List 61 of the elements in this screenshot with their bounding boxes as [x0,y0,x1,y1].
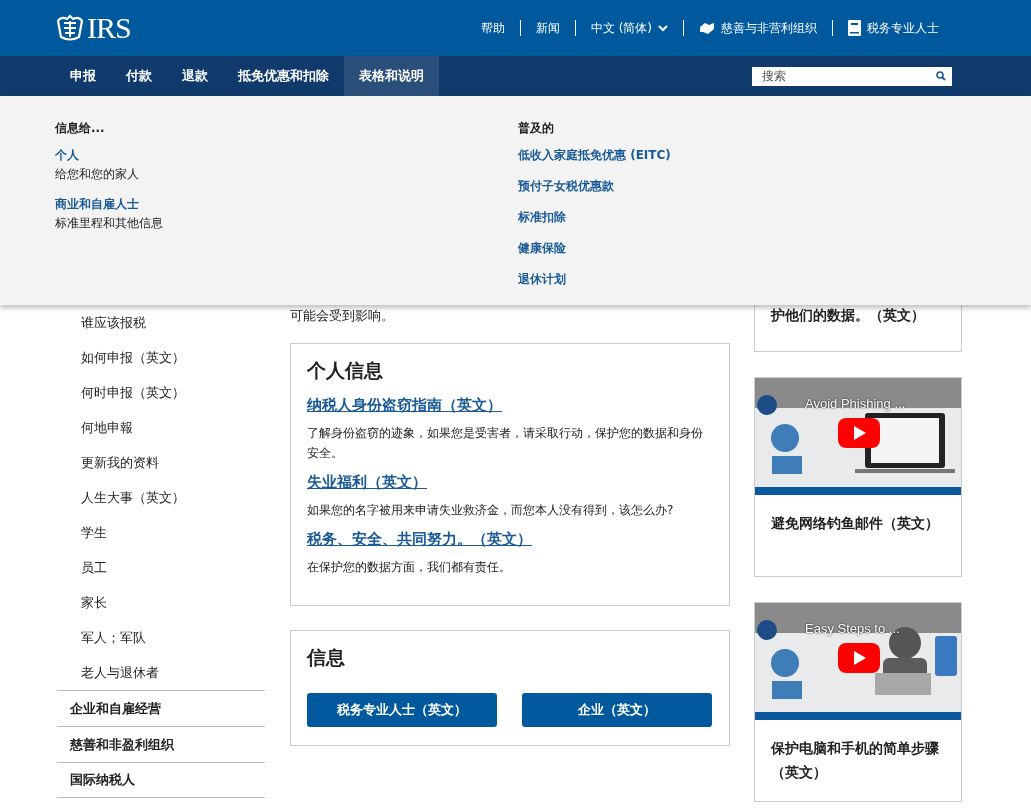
article-summary: 如果您的名字被用来申请失业救济金，而您本人没有得到，该怎么办? [307,502,675,519]
top-link-label: 税务专业人士 [867,20,939,36]
card-title: 个人信息 [307,358,384,383]
menu-link[interactable]: 低收入家庭抵免优惠 (EITC) [518,147,818,164]
nav-tab[interactable]: 抵免优惠和扣除 [223,56,344,96]
top-link[interactable]: 中文 (简体) [574,20,683,36]
chevron-down-icon [658,24,668,32]
sidebar-item[interactable]: 老人与退休者 [57,655,265,690]
play-button-icon[interactable] [838,643,880,673]
play-button-icon[interactable] [838,418,880,448]
menu-link[interactable]: 健康保险 [518,240,818,257]
sidebar-item[interactable]: 更新我的资料 [57,445,265,480]
nav-tab[interactable]: 表格和说明 [344,56,439,96]
nav-tab[interactable]: 付款 [111,56,167,96]
sidebar-item[interactable]: 如何申报（英文） [57,340,265,375]
article-link[interactable]: 失业福利（英文） [307,473,713,492]
menu-link[interactable]: 退休计划 [518,271,818,288]
sidebar-item[interactable]: 家长 [57,585,265,620]
menu-description: 标准里程和其他信息 [55,215,164,232]
menu-description: 给您和您的家人 [55,166,140,183]
eagle-emblem-icon [55,13,85,43]
top-link[interactable]: 帮助 [465,20,520,36]
video-caption[interactable]: 保护电脑和手机的简单步骤（英文） [755,720,961,784]
card-title[interactable]: 护他们的数据。（英文） [771,307,925,325]
sidebar-section[interactable]: 企业和自雇经营 [57,690,265,726]
menu-link[interactable]: 预付子女税优惠款 [518,178,818,195]
sidebar-item[interactable]: 何时申报（英文） [57,375,265,410]
sidebar-item[interactable]: 谁应该报税 [57,305,265,340]
article-link[interactable]: 税务、安全、共同努力。（英文） [307,530,713,549]
article-link[interactable]: 纳税人身份盗窃指南（英文） [307,396,713,415]
top-link[interactable]: 慈善与非营利组织 [683,20,832,36]
menu-heading: 信息给... [55,120,106,137]
link-button[interactable]: 税务专业人士（英文） [307,693,497,727]
logo-text[interactable]: IRS [87,11,131,45]
top-link[interactable]: 税务专业人士 [832,20,954,36]
sidebar-section[interactable]: 国际纳税人 [57,762,265,798]
sidebar-item[interactable]: 何地申報 [57,410,265,445]
menu-link[interactable]: 标准扣除 [518,209,818,226]
top-link[interactable]: 新闻 [519,20,575,36]
sidebar-item[interactable]: 军人；军队 [57,620,265,655]
search-field[interactable]: 搜索 [752,66,952,86]
video-caption[interactable]: 避免网络钓鱼邮件（英文） [755,495,961,535]
sidebar-item[interactable]: 学生 [57,515,265,550]
article-summary: 在保护您的数据方面，我们都有责任。 [307,559,512,576]
article-summary: 了解身份盗窃的迹象，如果您是受害者，请采取行动，保护您的数据和身份安全。 [307,425,704,462]
menu-heading: 普及的 [518,120,555,137]
intro-text: 可能会受到影响。 [290,307,395,325]
search-icon[interactable] [936,70,946,81]
nav-tab[interactable]: 退款 [167,56,223,96]
menu-link[interactable]: 个人 [55,147,518,164]
card-title: 信息 [307,645,346,670]
sidebar-section[interactable]: 慈善和非盈利组织 [57,726,265,762]
top-link-label: 中文 (简体) [590,20,652,36]
sidebar-item[interactable]: 员工 [57,550,265,585]
link-button[interactable]: 企业（英文） [522,693,712,727]
nav-tab[interactable]: 申报 [55,56,111,96]
book-icon [848,20,861,36]
menu-link[interactable]: 商业和自雇人士 [55,196,518,213]
handshake-icon [699,21,715,35]
sidebar-item[interactable]: 人生大事（英文） [57,480,265,515]
top-link-label: 慈善与非营利组织 [721,20,817,36]
